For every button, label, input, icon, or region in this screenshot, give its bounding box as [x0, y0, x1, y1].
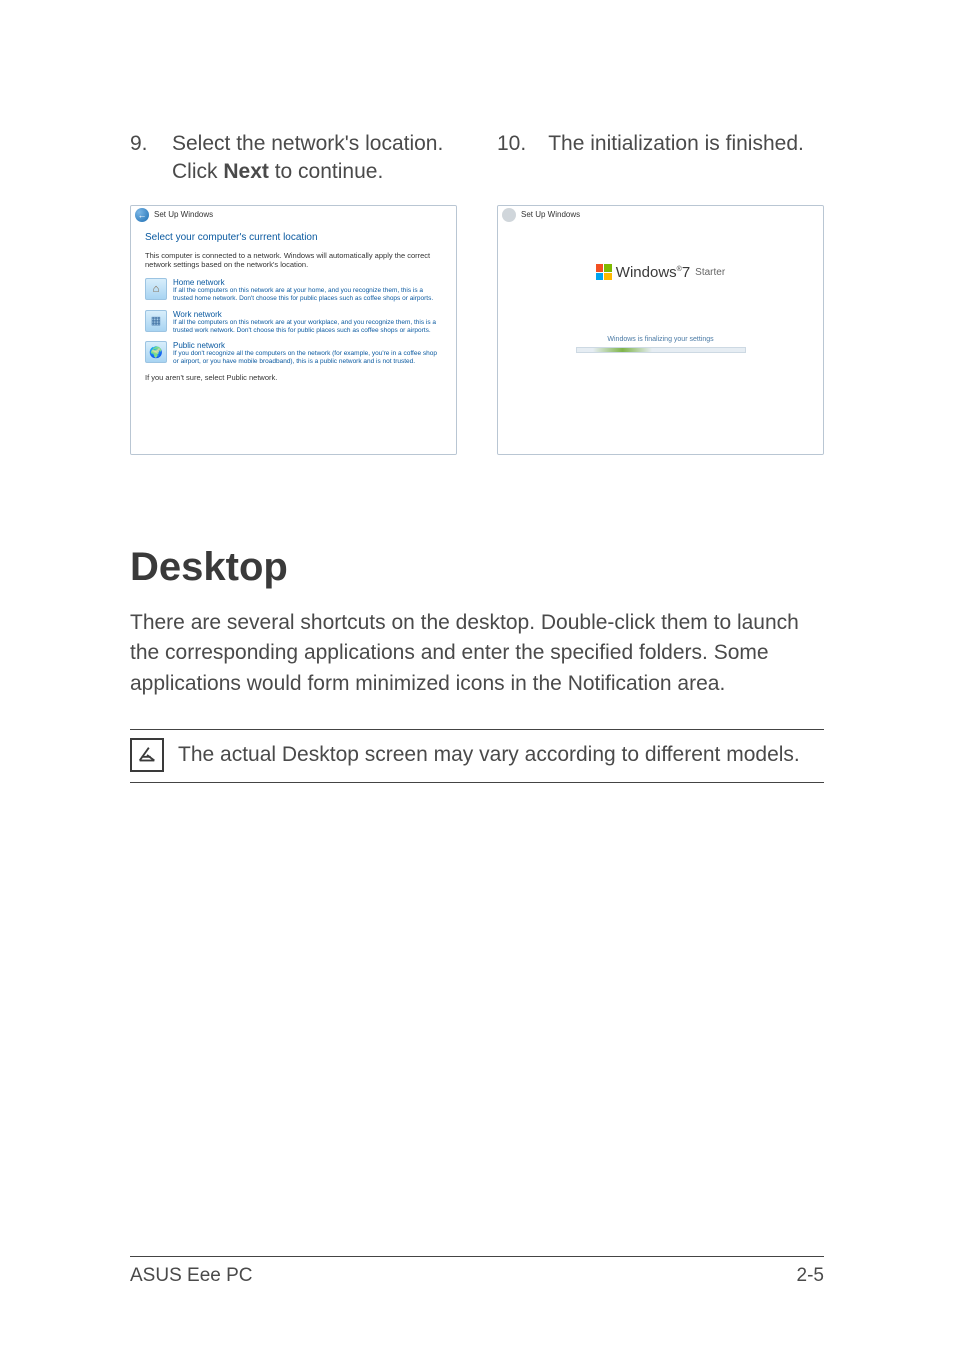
- option-title: Public network: [173, 341, 442, 350]
- dialog-footer-text: If you aren't sure, select Public networ…: [145, 373, 442, 382]
- option-home-network[interactable]: ⌂ Home network If all the computers on t…: [145, 278, 442, 303]
- window-title: Set Up Windows: [521, 210, 580, 219]
- dialog-body: Select your computer's current location …: [131, 224, 456, 454]
- step-9: 9. Select the network's location. Click …: [130, 130, 457, 187]
- progress-bar: [576, 347, 746, 353]
- screenshot-finalizing: Set Up Windows Windows®7 Starter Windows…: [497, 205, 824, 455]
- page-content: 9. Select the network's location. Click …: [0, 0, 954, 783]
- public-icon: 🌍: [145, 341, 167, 363]
- dialog-heading: Select your computer's current location: [145, 232, 442, 243]
- option-public-network[interactable]: 🌍 Public network If you don't recognize …: [145, 341, 442, 366]
- option-work-network[interactable]: ▦ Work network If all the computers on t…: [145, 310, 442, 335]
- window-titlebar: ← Set Up Windows: [131, 206, 456, 224]
- option-desc: If you don't recognize all the computers…: [173, 350, 442, 366]
- screenshots-row: ← Set Up Windows Select your computer's …: [130, 205, 824, 455]
- page-footer: ASUS Eee PC 2-5: [130, 1256, 824, 1287]
- section-heading: Desktop: [130, 545, 824, 590]
- window-title: Set Up Windows: [154, 210, 213, 219]
- option-title: Home network: [173, 278, 442, 287]
- option-title: Work network: [173, 310, 442, 319]
- step-text: Select the network's location. Click Nex…: [172, 130, 457, 187]
- option-desc: If all the computers on this network are…: [173, 287, 442, 303]
- dialog-subtext: This computer is connected to a network.…: [145, 251, 442, 271]
- footer-left: ASUS Eee PC: [130, 1265, 253, 1287]
- brand-text: Windows: [616, 264, 677, 281]
- option-text: Work network If all the computers on thi…: [173, 310, 442, 335]
- windows-logo-line: Windows®7 Starter: [596, 264, 725, 281]
- window-titlebar: Set Up Windows: [498, 206, 823, 224]
- step9-line2-post: to continue.: [269, 160, 383, 183]
- screenshot-network-location: ← Set Up Windows Select your computer's …: [130, 205, 457, 455]
- work-icon: ▦: [145, 310, 167, 332]
- back-button[interactable]: ←: [135, 208, 149, 222]
- footer-right: 2-5: [797, 1265, 824, 1287]
- step-number: 10.: [497, 130, 526, 187]
- step9-line2-bold: Next: [223, 160, 269, 183]
- note-box: The actual Desktop screen may vary accor…: [130, 729, 824, 783]
- steps-row: 9. Select the network's location. Click …: [130, 130, 824, 187]
- step-text: The initialization is finished.: [548, 130, 804, 187]
- back-button-disabled: [502, 208, 516, 222]
- status-text: Windows is finalizing your settings: [607, 336, 713, 343]
- option-desc: If all the computers on this network are…: [173, 319, 442, 335]
- option-text: Public network If you don't recognize al…: [173, 341, 442, 366]
- step-number: 9.: [130, 130, 150, 187]
- windows-flag-icon: [596, 264, 612, 280]
- section-paragraph: There are several shortcuts on the deskt…: [130, 608, 824, 699]
- brand-ver: 7: [682, 264, 690, 281]
- option-text: Home network If all the computers on thi…: [173, 278, 442, 303]
- note-text: The actual Desktop screen may vary accor…: [178, 743, 800, 767]
- windows-edition: Starter: [695, 267, 725, 278]
- dialog-body: Windows®7 Starter Windows is finalizing …: [498, 224, 823, 454]
- home-icon: ⌂: [145, 278, 167, 300]
- step-10: 10. The initialization is finished.: [497, 130, 824, 187]
- note-icon: [130, 738, 164, 772]
- step9-line2-pre: Click: [172, 160, 223, 183]
- step9-line1: Select the network's location.: [172, 132, 443, 155]
- windows-brand: Windows®7: [616, 264, 690, 281]
